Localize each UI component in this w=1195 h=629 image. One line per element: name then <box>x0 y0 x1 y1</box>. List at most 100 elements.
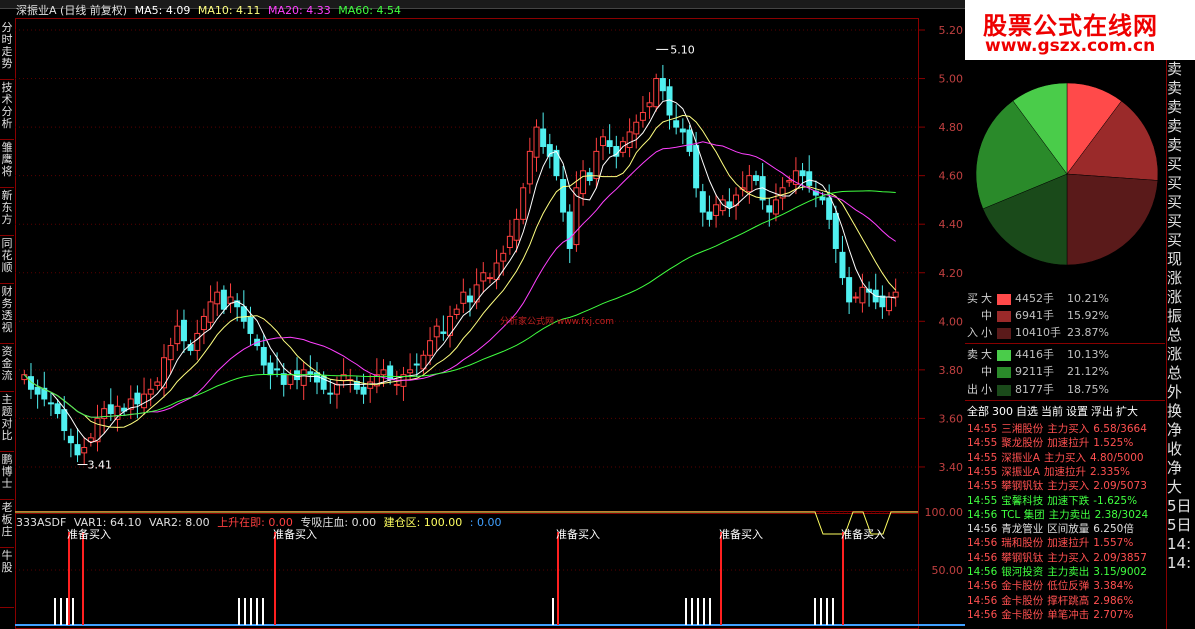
price-tick-label: 4.80 <box>939 121 964 134</box>
nav-item-4[interactable]: 同花顺 <box>0 236 14 284</box>
candle <box>879 285 886 319</box>
stock-title: 深振业A (日线 前复权) <box>16 4 128 17</box>
alert-action: 主力卖出 <box>1048 508 1091 521</box>
alert-row[interactable]: 14:56 金卡股份 撑杆跳高 2.986% <box>967 594 1137 608</box>
candle <box>300 362 307 400</box>
alert-tab-3[interactable]: 当前 <box>1041 405 1063 418</box>
alert-row[interactable]: 14:55 宝馨科技 加速下跌 -1.625% <box>967 494 1141 508</box>
alert-name: 金卡股份 <box>1001 608 1044 621</box>
flow-size-label: 大 <box>981 348 992 361</box>
alert-row[interactable]: 14:56 金卡股份 单笔冲击 2.707% <box>967 608 1137 622</box>
nav-item-8[interactable]: 鹏博士 <box>0 452 14 500</box>
candle <box>480 262 487 294</box>
candle <box>453 304 460 320</box>
candle <box>633 114 640 149</box>
alert-time: 14:56 <box>967 594 998 607</box>
nav-item-6[interactable]: 资金流 <box>0 344 14 392</box>
candle <box>274 352 281 378</box>
candle <box>566 204 573 264</box>
alert-row[interactable]: 14:56 金卡股份 低位反弹 3.384% <box>967 579 1137 593</box>
alert-action: 主力卖出 <box>1047 566 1090 578</box>
candle <box>673 104 680 135</box>
indicator-tick-label: 50.00 <box>932 564 964 577</box>
alert-tab-5[interactable]: 浮出 <box>1091 405 1113 418</box>
candle <box>460 278 467 314</box>
nav-item-7[interactable]: 主题对比 <box>0 392 14 452</box>
price-tick-label: 4.60 <box>939 170 964 183</box>
alert-row[interactable]: 14:56 瑞和股份 加速拉升 1.557% <box>967 536 1137 550</box>
alert-row[interactable]: 14:56 青龙管业 区间放量 6.250倍 <box>967 522 1138 536</box>
candle <box>646 92 653 119</box>
candle <box>553 145 560 181</box>
ma10-value: MA10: 4.11 <box>197 4 261 17</box>
candle <box>526 137 533 194</box>
nav-item-5[interactable]: 财务透视 <box>0 284 14 344</box>
ma5-line <box>23 99 896 444</box>
candle <box>739 171 746 197</box>
divider <box>965 343 1165 344</box>
alert-row[interactable]: 14:55 三湘股份 主力买入 6.58/3664 <box>967 422 1151 436</box>
alert-tab-0[interactable]: 全部 <box>967 405 989 418</box>
price-tick-label: 4.40 <box>939 218 964 231</box>
alert-value: 2.09/3857 <box>1093 551 1147 564</box>
alert-row[interactable]: 14:56 银河投资 主力卖出 3.15/9002 <box>967 565 1151 579</box>
alert-row[interactable]: 14:56 TCL 集团 主力卖出 2.38/3024 <box>967 508 1152 522</box>
nav-item-2[interactable]: 雏鹰将 <box>0 140 14 188</box>
flow-side-label: 出 <box>967 383 978 396</box>
flow-row: 入小 10410手 23.87% <box>967 324 1109 341</box>
side-quote-label: 5日 <box>1167 516 1192 534</box>
flow-row: 卖大 4416手 10.13% <box>967 346 1109 363</box>
flow-side-label: 买 <box>967 292 978 305</box>
alert-value: 2.335% <box>1089 465 1130 478</box>
candle <box>812 180 819 208</box>
alert-tab-1[interactable]: 300 <box>992 405 1013 418</box>
candle <box>486 272 493 284</box>
nav-item-10[interactable]: 牛股 <box>0 548 14 608</box>
alert-row[interactable]: 14:55 深振业A 加速拉升 2.335% <box>967 465 1134 479</box>
candle <box>846 266 853 315</box>
candle <box>533 119 540 172</box>
nav-item-1[interactable]: 技术分析 <box>0 80 14 140</box>
side-quote-label: 5日 <box>1167 497 1192 515</box>
candle <box>500 245 507 276</box>
candle <box>367 374 374 403</box>
candle <box>839 235 846 285</box>
candle <box>87 432 94 447</box>
candle <box>167 337 174 375</box>
alert-name: 聚龙股份 <box>1001 437 1044 450</box>
alert-name: 金卡股份 <box>1001 594 1044 607</box>
nav-item-9[interactable]: 老板庄 <box>0 500 14 548</box>
flow-row: 中 6941手 15.92% <box>967 307 1109 324</box>
alert-tab-6[interactable]: 扩大 <box>1116 405 1138 418</box>
buy-signal-label: 准备买入 <box>841 527 885 541</box>
candle <box>174 309 181 351</box>
candle <box>506 219 513 255</box>
flow-percent: 10.21% <box>1067 292 1109 305</box>
candle <box>200 308 207 345</box>
site-logo: 股票公式在线网 www.gszx.com.cn <box>965 0 1195 60</box>
alert-row[interactable]: 14:55 聚龙股份 加速拉升 1.525% <box>967 436 1137 450</box>
nav-item-3[interactable]: 新东方 <box>0 188 14 236</box>
candle <box>240 290 247 329</box>
side-quote-label: 涨 <box>1167 345 1183 363</box>
side-quote-label: 买 <box>1167 231 1183 249</box>
side-quote-label: 涨 <box>1167 269 1183 287</box>
alert-name: 金卡股份 <box>1001 580 1044 593</box>
alert-time: 14:55 <box>967 451 998 464</box>
alert-row[interactable]: 14:55 深振业A 主力买入 4.80/5000 <box>967 451 1148 465</box>
main-chart[interactable]: 5.20 5.00 4.80 4.60 4.40 4.20 4.00 3.80 3.60 3.40… <box>15 18 965 629</box>
alert-row[interactable]: 14:55 攀钢钒钛 主力买入 2.09/5073 <box>967 479 1151 493</box>
flow-volume: 6941手 <box>1015 309 1054 322</box>
candle <box>713 194 720 228</box>
alert-action: 区间放量 <box>1047 523 1090 536</box>
nav-item-0[interactable]: 分时走势 <box>0 20 14 80</box>
alert-value: 2.707% <box>1093 608 1134 621</box>
alert-tab-2[interactable]: 自选 <box>1016 405 1038 418</box>
flow-side-label: 入 <box>967 326 978 339</box>
var2-value: VAR2: 8.00 <box>149 516 210 529</box>
alert-row[interactable]: 14:56 攀钢钒钛 主力买入 2.09/3857 <box>967 551 1151 565</box>
alert-action: 加速下跌 <box>1047 494 1090 507</box>
candle <box>852 292 859 303</box>
candle <box>161 344 168 398</box>
alert-tab-4[interactable]: 设置 <box>1066 405 1088 418</box>
